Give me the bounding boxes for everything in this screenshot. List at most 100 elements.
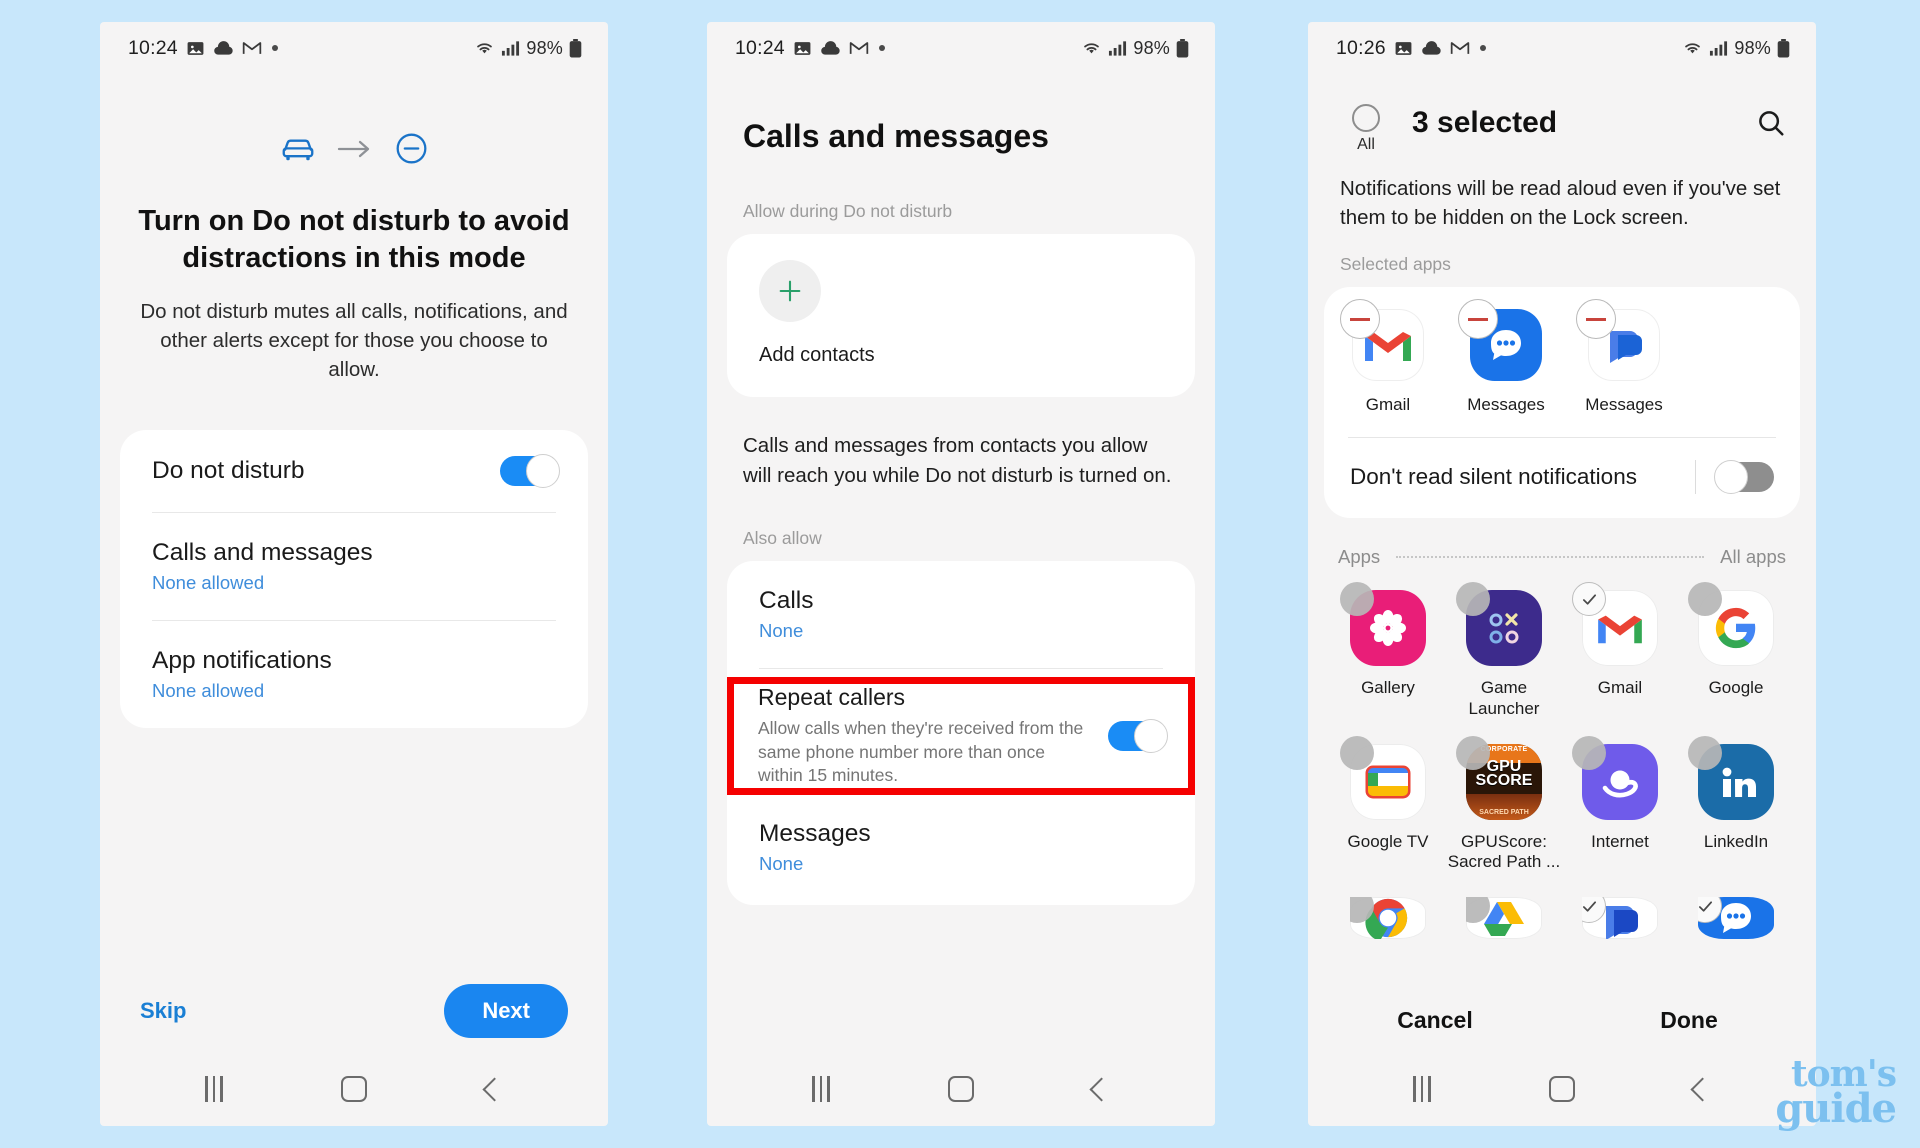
row-app-notifications[interactable]: App notifications None allowed — [120, 621, 588, 728]
unselected-checkbox-icon[interactable] — [1572, 735, 1606, 770]
section-label-also-allow: Also allow — [743, 528, 822, 549]
status-time: 10:24 — [128, 36, 178, 59]
remove-icon[interactable] — [1340, 299, 1380, 340]
done-button[interactable]: Done — [1562, 1007, 1816, 1034]
wifi-icon — [474, 40, 495, 56]
add-contacts-button[interactable] — [759, 260, 821, 322]
home-icon[interactable] — [948, 1076, 975, 1102]
app-name: LinkedIn — [1703, 831, 1769, 851]
app-name: Messages — [1467, 395, 1545, 415]
repeat-callers-toggle[interactable] — [1108, 719, 1168, 753]
app-cell-google[interactable]: Google — [1678, 582, 1794, 719]
row-messages[interactable]: Messages None — [727, 794, 1195, 905]
app-cell-partial-drive[interactable] — [1446, 897, 1562, 940]
selected-app-messages-2[interactable]: Messages — [1576, 299, 1666, 415]
recents-icon[interactable] — [1413, 1076, 1431, 1102]
dot-indicator-icon — [271, 45, 278, 51]
row-title: Calls and messages — [152, 538, 373, 566]
app-cell-gpuscore[interactable]: CORPORATE GPU SCORE SACRED PATH GPUScore:… — [1446, 735, 1562, 873]
android-nav-bar — [1308, 1052, 1816, 1126]
back-icon[interactable] — [482, 1076, 507, 1102]
section-label-allow-during-dnd: Allow during Do not disturb — [743, 201, 953, 221]
select-all-checkbox[interactable] — [1352, 104, 1380, 132]
battery-icon — [569, 38, 582, 58]
status-bar: 10:24 98% — [100, 22, 608, 74]
plus-icon — [776, 277, 804, 305]
home-icon[interactable] — [341, 1076, 368, 1102]
unselected-checkbox-icon[interactable] — [1688, 735, 1722, 770]
cloud-icon — [1421, 40, 1442, 56]
app-cell-gmail[interactable]: Gmail — [1562, 582, 1678, 719]
dashed-line — [1396, 556, 1705, 559]
row-do-not-disturb[interactable]: Do not disturb — [120, 430, 588, 512]
phone-screen-calls-and-messages: 10:24 98% Calls and messages Allow durin… — [707, 22, 1215, 1126]
select-all-control[interactable]: All — [1338, 104, 1394, 154]
app-cell-partial-chrome[interactable] — [1330, 897, 1446, 940]
app-cell-game-launcher[interactable]: Game Launcher — [1446, 582, 1562, 719]
battery-percent: 98% — [526, 37, 563, 58]
app-grid: Gallery Game Launcher Gmail Google Googl… — [1308, 568, 1816, 940]
row-repeat-callers[interactable]: Repeat callers Allow calls when they're … — [734, 684, 1188, 788]
app-name: Game Launcher — [1468, 678, 1540, 718]
recents-icon[interactable] — [812, 1076, 830, 1102]
selected-app-gmail[interactable]: Gmail — [1340, 299, 1430, 415]
image-icon — [793, 39, 812, 58]
unselected-checkbox-icon[interactable] — [1456, 735, 1490, 770]
silent-notifications-toggle[interactable] — [1714, 460, 1774, 495]
unselected-checkbox-icon[interactable] — [1340, 582, 1374, 617]
search-icon[interactable] — [1756, 108, 1786, 138]
apps-filter-right-label[interactable]: All apps — [1720, 546, 1786, 568]
unselected-checkbox-icon[interactable] — [1688, 582, 1722, 617]
apps-filter-left-label[interactable]: Apps — [1338, 546, 1380, 568]
app-cell-linkedin[interactable]: LinkedIn — [1678, 735, 1794, 873]
selected-count: 3 selected — [1412, 106, 1558, 139]
app-cell-partial-messages-blue[interactable] — [1562, 897, 1678, 940]
unselected-checkbox-icon[interactable] — [1456, 582, 1490, 617]
page-title: Turn on Do not disturb to avoid distract… — [138, 205, 570, 274]
next-button[interactable]: Next — [444, 984, 568, 1038]
android-nav-bar — [100, 1052, 608, 1126]
remove-icon[interactable] — [1458, 299, 1498, 340]
cancel-button[interactable]: Cancel — [1308, 1007, 1562, 1034]
recents-icon[interactable] — [205, 1076, 223, 1102]
row-title: Repeat callers — [758, 683, 906, 710]
do-not-disturb-toggle[interactable] — [500, 453, 560, 488]
status-bar: 10:26 98% — [1308, 22, 1816, 74]
app-cell-internet[interactable]: Internet — [1562, 735, 1678, 873]
app-name: Google — [1708, 678, 1764, 698]
home-icon[interactable] — [1549, 1076, 1576, 1102]
skip-button[interactable]: Skip — [140, 998, 186, 1024]
signal-icon — [1108, 40, 1127, 56]
footer-actions: Skip Next — [100, 984, 608, 1038]
app-cell-gallery[interactable]: Gallery — [1330, 582, 1446, 719]
cloud-icon — [213, 40, 234, 56]
gmail-icon — [242, 40, 262, 56]
remove-icon[interactable] — [1576, 299, 1616, 340]
app-name: Messages — [1585, 395, 1663, 415]
dot-indicator-icon — [878, 45, 885, 51]
selected-checkbox-icon[interactable] — [1572, 582, 1606, 617]
dot-indicator-icon — [1479, 45, 1486, 51]
row-calls[interactable]: Calls None — [727, 561, 1195, 668]
row-title: Messages — [759, 820, 871, 848]
app-cell-google-tv[interactable]: Google TV — [1330, 735, 1446, 873]
selected-app-messages-1[interactable]: Messages — [1458, 299, 1548, 415]
row-title: Calls — [759, 587, 814, 615]
selected-apps-list: Gmail Messages Messages — [1324, 299, 1800, 415]
back-icon[interactable] — [1690, 1076, 1715, 1102]
phone-screen-app-selection: 10:26 98% All 3 selected Notifications w… — [1308, 22, 1816, 1126]
signal-icon — [1709, 40, 1728, 56]
unselected-checkbox-icon[interactable] — [1340, 735, 1374, 770]
row-dont-read-silent-notifications[interactable]: Don't read silent notifications — [1324, 438, 1800, 518]
android-nav-bar — [707, 1052, 1215, 1126]
app-name: Gmail — [1597, 678, 1643, 698]
battery-icon — [1176, 38, 1189, 58]
app-cell-partial-messages[interactable] — [1678, 897, 1794, 940]
status-time: 10:24 — [735, 36, 785, 59]
add-contacts-card[interactable]: Add contacts — [727, 234, 1195, 397]
row-subtitle: None allowed — [152, 571, 265, 593]
back-icon[interactable] — [1089, 1076, 1114, 1102]
row-title: App notifications — [152, 646, 332, 674]
row-calls-and-messages[interactable]: Calls and messages None allowed — [120, 513, 588, 620]
settings-card: Do not disturb Calls and messages None a… — [120, 429, 588, 728]
